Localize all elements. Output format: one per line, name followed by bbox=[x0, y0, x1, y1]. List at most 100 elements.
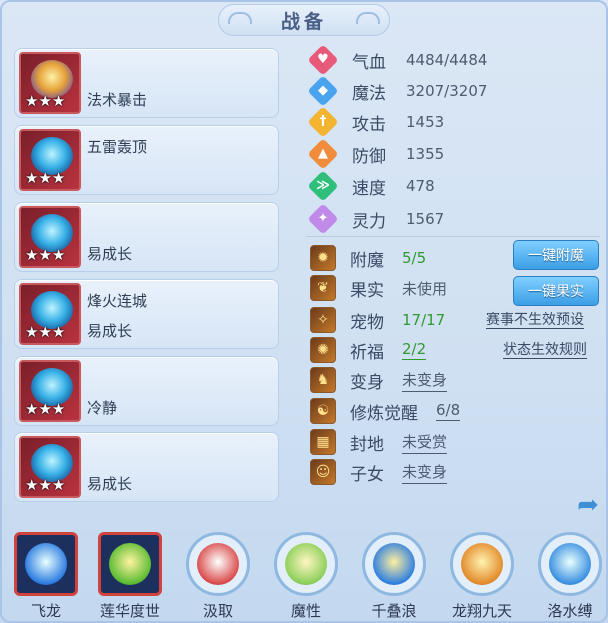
stars-text: ★★★ bbox=[25, 323, 66, 341]
skill-icon bbox=[14, 532, 78, 596]
feature-label: 修炼觉醒 bbox=[350, 403, 418, 424]
equipment-icon: ★★★ bbox=[19, 283, 81, 345]
stars-text: ★★★ bbox=[25, 476, 66, 494]
feature-row[interactable]: ♞ 变身 未变身 bbox=[310, 366, 448, 394]
equipment-card[interactable]: ★★★ 易成长 bbox=[14, 432, 279, 502]
stat-value: 3207/3207 bbox=[406, 82, 488, 100]
skill-label: 魔性 bbox=[290, 602, 321, 620]
stat-label: 魔法 bbox=[352, 83, 386, 104]
stars-text: ★★★ bbox=[25, 92, 66, 110]
preset-link[interactable]: 赛事不生效预设 bbox=[486, 312, 584, 329]
skill-label: 飞龙 bbox=[30, 602, 61, 620]
skill-label: 龙翔九天 bbox=[451, 602, 512, 620]
armor-icon: ▲ bbox=[307, 138, 339, 170]
equipment-card[interactable]: ★★★ 易成长 bbox=[14, 202, 279, 272]
equipment-icon: ★★★ bbox=[19, 360, 81, 422]
stars-text: ★★★ bbox=[25, 169, 66, 187]
feature-label: 子女 bbox=[350, 464, 384, 485]
feature-row[interactable]: ✺ 祈福 2/2 bbox=[310, 336, 427, 364]
equipment-card[interactable]: ★★★ 冷静 bbox=[14, 356, 279, 426]
star-rating: ★★★ bbox=[25, 247, 65, 264]
transform-icon: ♞ bbox=[310, 367, 336, 393]
page-title: 战备 bbox=[280, 10, 327, 33]
equipment-card[interactable]: ★★★ 烽火连城易成长 bbox=[14, 279, 279, 349]
title-ornament-left bbox=[228, 12, 252, 24]
blessing-icon: ✺ bbox=[310, 337, 336, 363]
feature-value[interactable]: 未受赏 bbox=[402, 431, 448, 454]
stat-row: ✦ 灵力 1567 bbox=[307, 203, 445, 235]
fruit-icon: ❦ bbox=[310, 275, 336, 301]
feature-row[interactable]: ❦ 果实 未使用 bbox=[310, 274, 447, 302]
stat-label: 攻击 bbox=[352, 114, 386, 135]
stat-row: ≫ 速度 478 bbox=[307, 170, 435, 202]
stat-value: 1355 bbox=[406, 145, 445, 163]
stat-label: 防御 bbox=[352, 146, 386, 167]
feature-value[interactable]: 未变身 bbox=[402, 461, 448, 484]
stat-row: ♥ 气血 4484/4484 bbox=[307, 44, 487, 76]
skill-icon bbox=[362, 532, 426, 596]
feature-value[interactable]: 6/8 bbox=[436, 401, 461, 421]
feature-label: 封地 bbox=[350, 434, 384, 455]
skill-label: 洛水缚 bbox=[547, 602, 593, 620]
enchant-all-button[interactable]: 一键附魔 bbox=[513, 240, 599, 270]
feature-value[interactable]: 2/2 bbox=[402, 340, 427, 360]
feature-row[interactable]: ▦ 封地 未受赏 bbox=[310, 428, 448, 456]
stars-text: ★★★ bbox=[25, 400, 66, 418]
cultivation-icon: ☯ bbox=[310, 398, 336, 424]
equipment-name: 五雷轰顶 bbox=[87, 138, 148, 156]
equipment-name: 烽火连城 bbox=[87, 292, 148, 310]
equipment-trait: 法术暴击 bbox=[87, 91, 148, 109]
equipment-trait: 易成长 bbox=[87, 475, 133, 493]
skill-slot[interactable]: 飞龙 bbox=[8, 526, 84, 623]
skill-label: 千叠浪 bbox=[371, 602, 417, 620]
stat-label: 灵力 bbox=[352, 211, 386, 232]
equipment-card[interactable]: ★★★ 五雷轰顶 bbox=[14, 125, 279, 195]
skill-slot[interactable]: 莲华度世 bbox=[92, 526, 168, 623]
skill-slot[interactable]: 魔性 bbox=[268, 526, 344, 623]
skill-slot[interactable]: 汲取 bbox=[180, 526, 256, 623]
star-rating: ★★★ bbox=[25, 169, 66, 187]
feature-row[interactable]: ✧ 宠物 17/17 bbox=[310, 306, 445, 334]
feature-row[interactable]: ☯ 修炼觉醒 6/8 bbox=[310, 397, 461, 425]
stats-divider bbox=[306, 236, 600, 237]
mana-icon: ◆ bbox=[307, 75, 339, 107]
skill-icon bbox=[98, 532, 162, 596]
stat-value: 478 bbox=[406, 177, 435, 195]
feature-row[interactable]: ✹ 附魔 5/5 bbox=[310, 244, 426, 272]
feature-value: 未使用 bbox=[402, 279, 448, 298]
feature-row[interactable]: ☺ 子女 未变身 bbox=[310, 458, 448, 486]
stat-value: 1567 bbox=[406, 210, 445, 228]
equipment-icon: ★★★ bbox=[19, 52, 81, 114]
rules-link[interactable]: 状态生效规则 bbox=[503, 342, 587, 359]
skill-icon bbox=[274, 532, 338, 596]
stat-label: 气血 bbox=[352, 52, 386, 73]
feature-label: 附魔 bbox=[350, 250, 384, 271]
heart-icon: ♥ bbox=[307, 44, 339, 76]
sword-icon: † bbox=[307, 106, 339, 138]
equipment-trait: 冷静 bbox=[87, 399, 118, 417]
skill-icon bbox=[450, 532, 514, 596]
share-icon[interactable]: ➦ bbox=[572, 490, 604, 520]
skills-bar: 飞龙 莲华度世 汲取 魔性 千叠浪 龙翔九天 洛水缚 bbox=[0, 526, 608, 623]
feature-value[interactable]: 未变身 bbox=[402, 369, 448, 392]
feature-label: 祈福 bbox=[350, 342, 384, 363]
title-ornament-right bbox=[356, 12, 380, 24]
speed-icon: ≫ bbox=[307, 170, 339, 202]
skill-slot[interactable]: 千叠浪 bbox=[356, 526, 432, 623]
skill-label: 汲取 bbox=[202, 602, 233, 620]
feature-value: 5/5 bbox=[402, 249, 427, 267]
skill-slot[interactable]: 洛水缚 bbox=[532, 526, 608, 623]
stat-row: † 攻击 1453 bbox=[307, 106, 444, 138]
skill-slot[interactable]: 龙翔九天 bbox=[444, 526, 520, 623]
equipment-card[interactable]: ★★★ 法术暴击 bbox=[14, 48, 279, 118]
feature-label: 果实 bbox=[350, 280, 384, 301]
skill-label: 莲华度世 bbox=[99, 602, 160, 620]
equipment-icon: ★★★ bbox=[19, 129, 81, 191]
feature-value: 17/17 bbox=[402, 311, 446, 329]
fruit-all-button[interactable]: 一键果实 bbox=[513, 276, 599, 306]
stat-row: ◆ 魔法 3207/3207 bbox=[307, 75, 488, 107]
equipment-trait: 易成长 bbox=[87, 322, 133, 340]
equipment-icon: ★★★ bbox=[19, 436, 81, 498]
equipment-trait: 易成长 bbox=[87, 245, 133, 263]
stat-label: 速度 bbox=[352, 178, 386, 199]
